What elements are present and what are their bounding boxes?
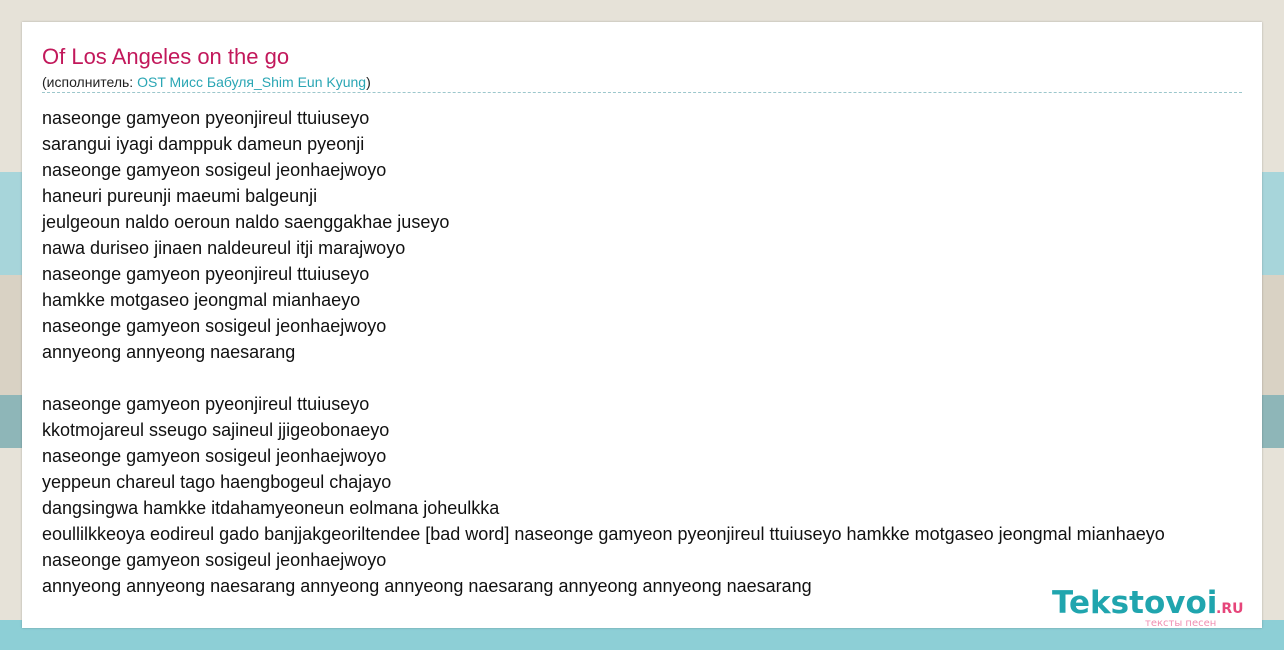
artist-line: (исполнитель: OST Мисс Бабуля_Shim Eun K… bbox=[42, 73, 371, 91]
artist-link[interactable]: OST Мисс Бабуля_Shim Eun Kyung bbox=[137, 74, 366, 90]
title-divider bbox=[42, 92, 1242, 93]
artist-prefix: (исполнитель: bbox=[42, 74, 138, 90]
logo-name: Tekstovoi bbox=[1052, 585, 1218, 621]
lyric-line: naseonge gamyeon sosigeul jeonhaejwoyo bbox=[42, 446, 387, 466]
lyric-blank-line bbox=[42, 365, 1165, 391]
lyric-line: jeulgeoun naldo oeroun naldo saenggakhae… bbox=[42, 212, 450, 232]
lyric-line: naseonge gamyeon pyeonjireul ttuiuseyo bbox=[42, 264, 370, 284]
lyric-line: nawa duriseo jinaen naldeureul itji mara… bbox=[42, 238, 406, 258]
lyric-line: naseonge gamyeon sosigeul jeonhaejwoyo bbox=[42, 316, 387, 336]
lyric-line: yeppeun chareul tago haengbogeul chajayo bbox=[42, 472, 392, 492]
site-logo[interactable]: Tekstovoi .RU тексты песен bbox=[1052, 584, 1262, 628]
lyric-line: haneuri pureunji maeumi balgeunji bbox=[42, 186, 318, 206]
lyric-line: hamkke motgaseo jeongmal mianhaeyo bbox=[42, 290, 361, 310]
logo-tld: .RU bbox=[1216, 601, 1244, 617]
lyric-line: naseonge gamyeon sosigeul jeonhaejwoyo bbox=[42, 160, 387, 180]
lyric-line: eoullilkkeoya eodireul gado banjjakgeori… bbox=[42, 524, 1165, 544]
lyric-line: kkotmojareul sseugo sajineul jjigeobonae… bbox=[42, 420, 390, 440]
lyric-line: naseonge gamyeon pyeonjireul ttuiuseyo bbox=[42, 394, 370, 414]
lyric-line: naseonge gamyeon pyeonjireul ttuiuseyo bbox=[42, 108, 370, 128]
lyric-line: sarangui iyagi damppuk dameun pyeonji bbox=[42, 134, 365, 154]
song-card: Of Los Angeles on the go (исполнитель: O… bbox=[22, 22, 1262, 628]
lyric-line: dangsingwa hamkke itdahamyeoneun eolmana… bbox=[42, 498, 500, 518]
logo-tagline: тексты песен bbox=[1145, 618, 1217, 628]
lyric-line: annyeong annyeong naesarang bbox=[42, 342, 296, 362]
lyrics-block: naseonge gamyeon pyeonjireul ttuiuseyo s… bbox=[42, 105, 1165, 599]
song-title: Of Los Angeles on the go bbox=[42, 44, 290, 69]
lyric-line: annyeong annyeong naesarang annyeong ann… bbox=[42, 576, 812, 596]
artist-suffix: ) bbox=[366, 74, 371, 90]
lyric-line: naseonge gamyeon sosigeul jeonhaejwoyo bbox=[42, 550, 387, 570]
